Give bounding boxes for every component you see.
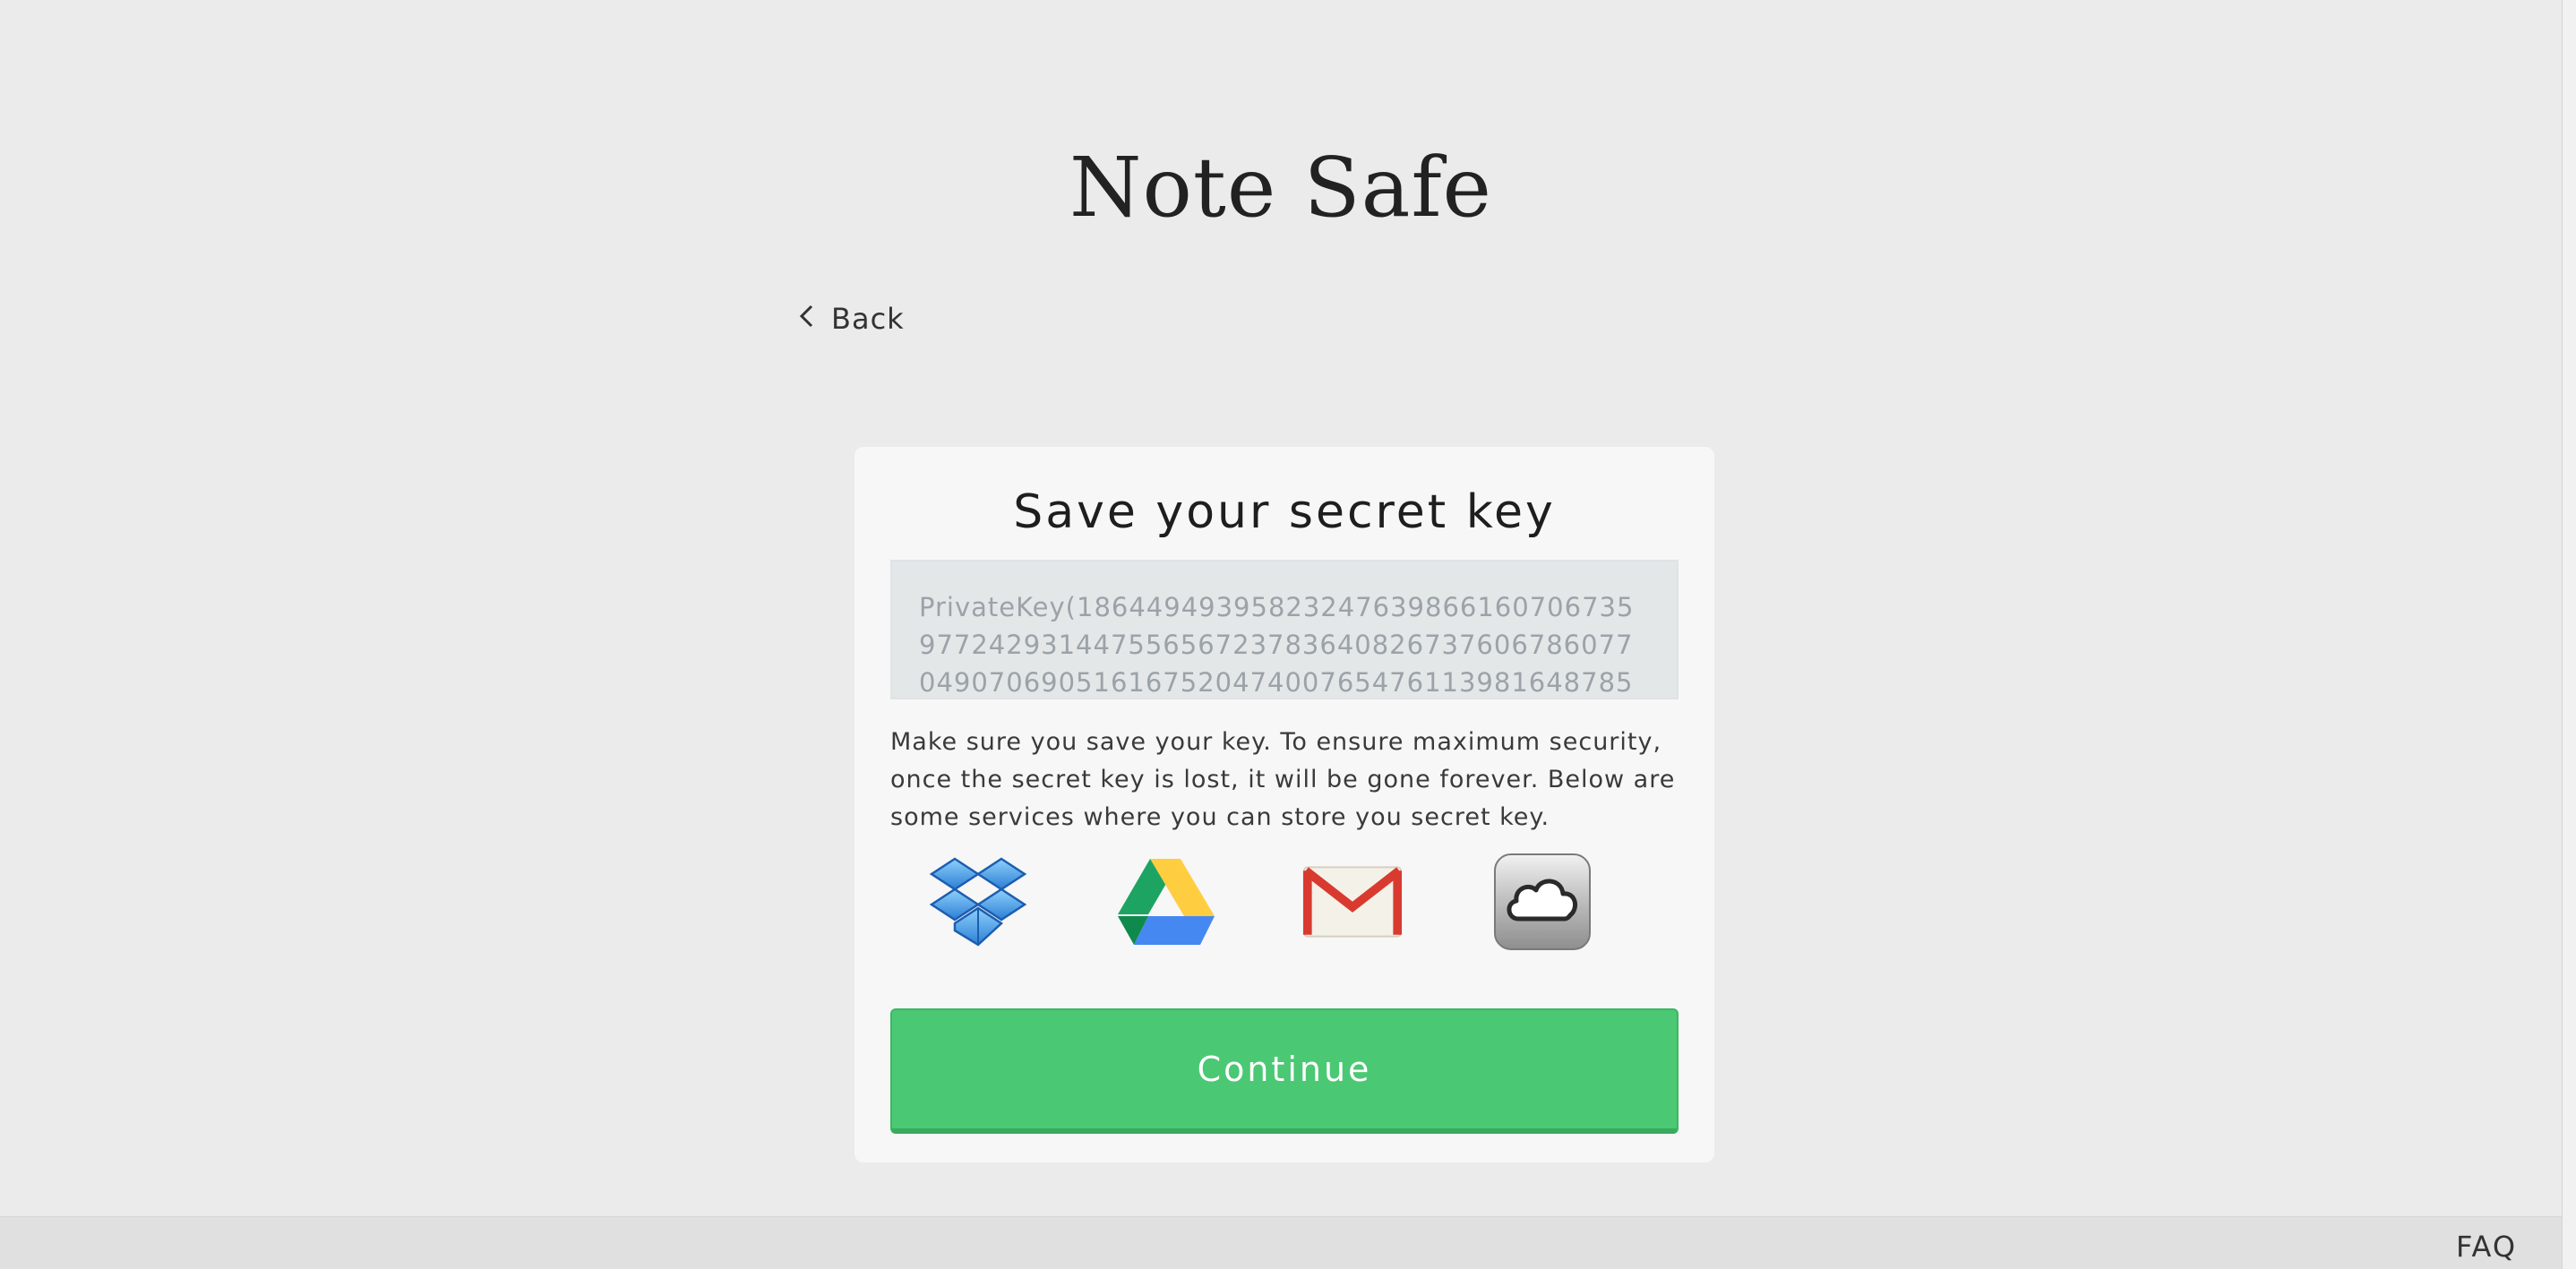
back-label: Back xyxy=(831,302,905,336)
storage-services xyxy=(890,852,1679,952)
back-button[interactable]: Back xyxy=(797,300,905,338)
app-title: Note Safe xyxy=(1069,140,1492,236)
google-drive-icon[interactable] xyxy=(1116,852,1216,952)
card-title: Save your secret key xyxy=(1013,485,1556,539)
chevron-left-icon xyxy=(797,302,817,336)
secret-key-field[interactable]: PrivateKey(18644949395823247639866160706… xyxy=(890,560,1679,699)
icloud-icon[interactable] xyxy=(1492,852,1593,952)
dropbox-icon[interactable] xyxy=(928,852,1028,952)
gmail-icon[interactable] xyxy=(1302,852,1403,952)
save-key-note: Make sure you save your key. To ensure m… xyxy=(890,728,1676,831)
footer: FAQ xyxy=(0,1216,2562,1269)
save-key-card: Save your secret key PrivateKey(18644949… xyxy=(854,447,1714,1162)
scrollbar[interactable] xyxy=(2562,0,2576,1269)
faq-link[interactable]: FAQ xyxy=(2456,1230,2517,1264)
continue-button[interactable]: Continue xyxy=(890,1008,1679,1134)
